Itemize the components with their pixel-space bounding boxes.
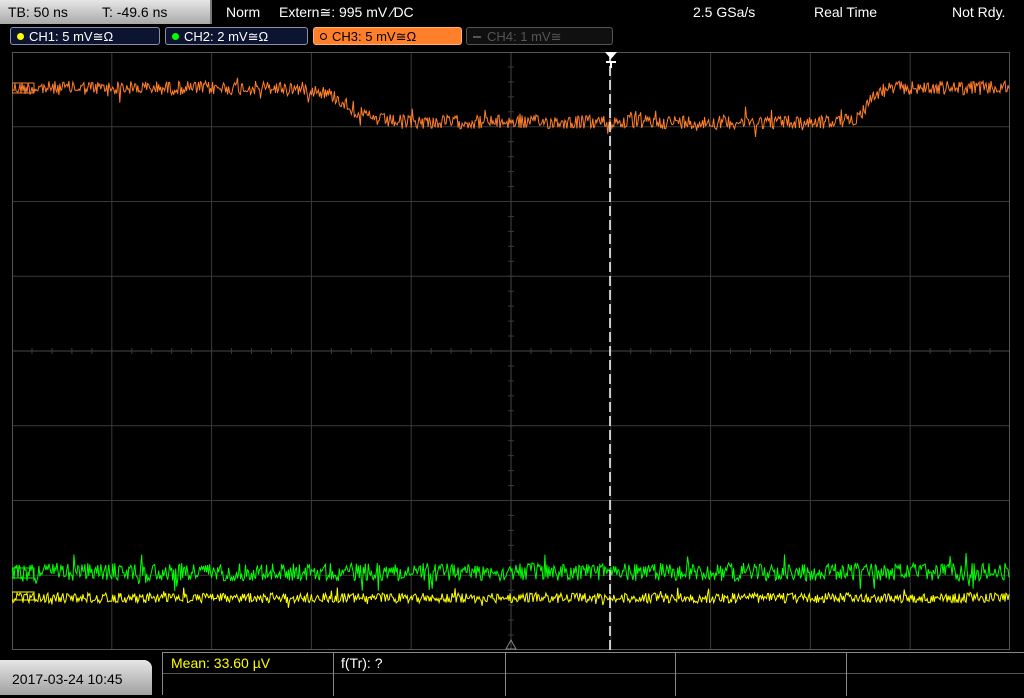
measurement-separator — [505, 653, 506, 696]
timebase-box[interactable]: TB: 50 ns T: -49.6 ns — [0, 0, 212, 24]
status-bar: TB: 50 ns T: -49.6 ns Norm Extern≅: 995 … — [0, 0, 1024, 25]
channel-1-label: CH1: 5 mV≅Ω — [29, 29, 114, 44]
measurement-separator — [846, 653, 847, 696]
channel-bar: CH1: 5 mV≅Ω CH2: 2 mV≅Ω CH3: 5 mV≅Ω CH4:… — [0, 25, 1024, 49]
channel-3-tab[interactable]: CH3: 5 mV≅Ω — [313, 27, 462, 45]
channel-3-label: CH3: 5 mV≅Ω — [332, 29, 417, 44]
bottom-bar: 2017-03-24 10:45 Mean: 33.60 µV f(Tr): ? — [0, 652, 1024, 696]
channel-2-tab[interactable]: CH2: 2 mV≅Ω — [165, 27, 308, 45]
channel-2-dot-icon — [172, 33, 179, 40]
channel-2-label: CH2: 2 mV≅Ω — [184, 29, 269, 44]
graticule — [12, 52, 1010, 650]
measurement-separator — [333, 653, 334, 696]
acquisition-mode[interactable]: Real Time — [814, 4, 877, 20]
channel-3-dot-icon — [320, 33, 327, 40]
channel-1-tab[interactable]: CH1: 5 mV≅Ω — [10, 27, 160, 45]
waveform-display[interactable] — [12, 52, 1010, 650]
trigger-mode[interactable]: Norm — [226, 4, 260, 20]
timebase-label: TB: 50 ns — [8, 4, 68, 20]
trigger-time-label: T: -49.6 ns — [102, 4, 168, 20]
sample-rate[interactable]: 2.5 GSa/s — [693, 4, 755, 20]
channel-1-dot-icon — [17, 33, 24, 40]
mean-measurement: Mean: 33.60 µV — [171, 655, 271, 671]
datetime-box[interactable]: 2017-03-24 10:45 — [0, 660, 152, 695]
acquisition-state: Not Rdy. — [952, 4, 1006, 20]
trigger-marker-icon[interactable] — [605, 52, 617, 68]
channel-4-label: CH4: 1 mV≅ — [487, 29, 562, 44]
measurement-panel[interactable]: Mean: 33.60 µV f(Tr): ? — [162, 652, 1024, 696]
measurement-separator — [675, 653, 676, 696]
frequency-measurement: f(Tr): ? — [341, 655, 383, 671]
measurement-divider — [163, 673, 1024, 674]
channel-4-off-icon — [473, 36, 481, 38]
trigger-source[interactable]: Extern≅: 995 mV ∕DC — [279, 4, 414, 21]
channel-4-tab[interactable]: CH4: 1 mV≅ — [466, 27, 613, 45]
